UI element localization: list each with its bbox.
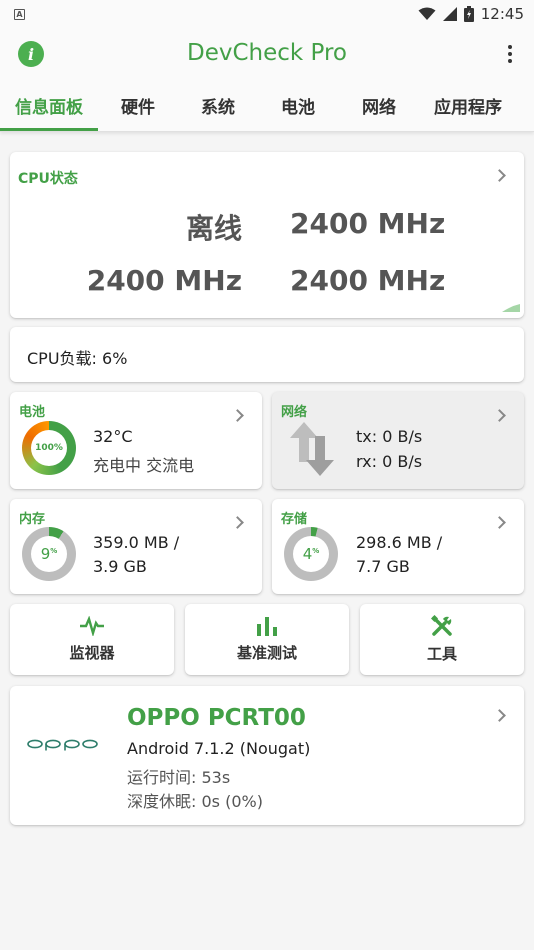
network-label: 网络 — [281, 405, 308, 420]
monitor-button[interactable]: 监视器 — [10, 604, 174, 675]
battery-label: 电池 — [19, 405, 46, 420]
app-bar: i DevCheck Pro — [0, 28, 534, 80]
chevron-right-icon — [493, 516, 506, 529]
memory-label: 内存 — [19, 512, 46, 527]
cpu-core-3: 2400 MHz — [290, 264, 446, 297]
cpu-load-card[interactable]: CPU负载: 6% — [10, 327, 524, 382]
memory-ring-unit: % — [50, 547, 58, 555]
tab-indicator — [0, 128, 98, 131]
tab-dashboard[interactable]: 信息面板 — [0, 80, 98, 130]
chevron-right-icon — [231, 409, 244, 422]
benchmark-button[interactable]: 基准测试 — [185, 604, 349, 675]
battery-ring-text: 100% — [31, 430, 67, 466]
tools-label: 工具 — [426, 645, 457, 663]
android-version: Android 7.1.2 (Nougat) — [127, 739, 311, 758]
cpu-load-text: CPU负载: 6% — [27, 349, 128, 368]
storage-ring-value: 4 — [302, 545, 313, 563]
chevron-right-icon — [493, 169, 506, 182]
tab-hardware[interactable]: 硬件 — [98, 80, 178, 130]
status-time: 12:45 — [480, 5, 524, 23]
cpu-core-0: 离线 — [185, 212, 242, 245]
benchmark-label: 基准测试 — [236, 644, 297, 662]
network-rx: rx: 0 B/s — [356, 452, 423, 471]
memory-card[interactable]: 内存 9% 359.0 MB / 3.9 GB — [10, 499, 262, 594]
bar-chart-icon — [257, 617, 277, 636]
more-vert-icon[interactable] — [500, 42, 520, 66]
tab-apps[interactable]: 应用程序 — [420, 80, 516, 130]
a-notification-icon: A — [14, 8, 25, 20]
signal-icon — [442, 7, 457, 21]
cpu-core-2: 2400 MHz — [86, 264, 242, 297]
battery-icon — [463, 6, 474, 22]
monitor-label: 监视器 — [69, 644, 115, 662]
memory-ring-value: 9 — [40, 545, 51, 563]
tools-button[interactable]: 工具 — [360, 604, 524, 675]
oppo-logo — [27, 739, 98, 751]
chevron-right-icon — [493, 709, 506, 722]
deep-sleep: 深度休眠: 0s (0%) — [127, 792, 263, 811]
chevron-right-icon — [493, 409, 506, 422]
tools-icon — [431, 615, 452, 636]
memory-used: 359.0 MB / — [93, 533, 180, 552]
tab-bar: 信息面板 硬件 系统 电池 网络 应用程序 — [0, 80, 534, 132]
memory-total: 3.9 GB — [93, 557, 147, 576]
network-card[interactable]: 网络 tx: 0 B/s rx: 0 B/s — [272, 392, 524, 489]
storage-card[interactable]: 存储 4% 298.6 MB / 7.7 GB — [272, 499, 524, 594]
app-title: DevCheck Pro — [186, 40, 348, 66]
storage-label: 存储 — [281, 512, 308, 527]
network-tx: tx: 0 B/s — [356, 427, 423, 446]
pulse-icon — [80, 616, 104, 636]
storage-ring-text: 4% — [293, 536, 329, 572]
device-card[interactable]: OPPO PCRT00 Android 7.1.2 (Nougat) 运行时间:… — [10, 686, 524, 825]
battery-ring: 100% — [22, 421, 76, 475]
tab-battery[interactable]: 电池 — [258, 80, 338, 130]
memory-ring: 9% — [22, 527, 76, 581]
uptime: 运行时间: 53s — [127, 768, 231, 787]
tab-network[interactable]: 网络 — [338, 80, 420, 130]
status-bar: A 12:45 — [0, 0, 534, 28]
storage-used: 298.6 MB / — [356, 533, 443, 552]
cpu-status-label: CPU状态 — [18, 171, 78, 187]
wifi-icon — [418, 7, 436, 20]
tab-system[interactable]: 系统 — [178, 80, 258, 130]
storage-ring: 4% — [284, 527, 338, 581]
graph-corner-icon — [502, 304, 520, 312]
cpu-status-card[interactable]: CPU状态 离线 2400 MHz 2400 MHz 2400 MHz — [10, 152, 524, 318]
storage-ring-unit: % — [312, 547, 320, 555]
transfer-arrows-icon — [290, 422, 334, 476]
chevron-right-icon — [231, 516, 244, 529]
device-title: OPPO PCRT00 — [127, 705, 306, 731]
battery-temp: 32°C — [93, 427, 133, 446]
memory-ring-text: 9% — [31, 536, 67, 572]
battery-status: 充电中 交流电 — [93, 456, 195, 475]
cpu-core-1: 2400 MHz — [290, 207, 446, 240]
battery-card[interactable]: 电池 100% 32°C 充电中 交流电 — [10, 392, 262, 489]
storage-total: 7.7 GB — [356, 557, 410, 576]
